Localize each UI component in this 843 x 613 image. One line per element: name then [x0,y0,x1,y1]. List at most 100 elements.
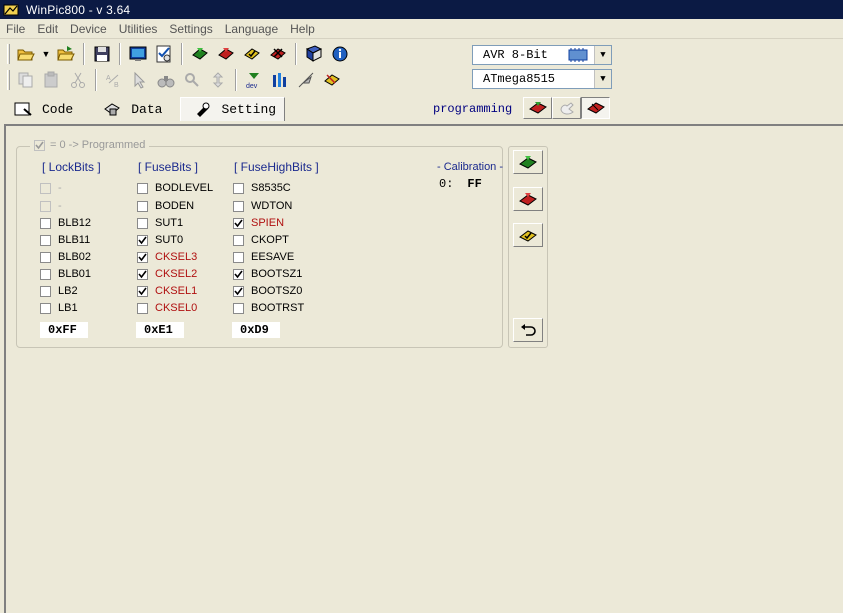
fusehighbits-checkbox[interactable] [233,285,244,297]
legend-text: = 0 -> Programmed [50,139,146,151]
chevron-down-icon[interactable]: ▼ [594,46,611,64]
lockbits-checkbox[interactable] [40,285,51,297]
lockbits-header: [ LockBits ] [42,160,101,174]
tab-setting[interactable]: Setting [180,97,286,121]
find-button[interactable] [155,69,177,91]
program-config-button[interactable] [513,187,543,211]
menu-help[interactable]: Help [284,22,321,36]
program-hand-button[interactable] [552,97,581,119]
fusebits-checkbox[interactable] [137,302,148,314]
program-all-button[interactable] [215,43,237,65]
svg-text:A: A [106,75,111,82]
menu-edit[interactable]: Edit [31,22,64,36]
about-button[interactable] [329,43,351,65]
check-icon [35,141,44,149]
toolbar-area: ▼ A B dev AVR 8-Bit ▼ ATmega8515 ▼ [0,40,843,94]
fusehighbits-checkbox[interactable] [233,234,244,246]
lockbits-label: BLB01 [58,268,92,280]
fusehighbits-checkbox[interactable] [233,182,244,194]
lockbits-row: LB2 [40,284,78,298]
check-icon [234,270,243,278]
copy-button[interactable] [15,69,37,91]
replace-button[interactable] [181,69,203,91]
program-red-button[interactable] [581,97,610,119]
undo-button[interactable] [513,318,543,342]
menu-device[interactable]: Device [64,22,113,36]
fusebits-label: SUT0 [155,234,184,246]
fusehighbits-checkbox[interactable] [233,268,244,280]
hardware-test-button[interactable] [269,69,291,91]
monitor-icon [129,46,147,61]
fusehighbits-row: BOOTSZ0 [233,284,302,298]
lockbits-label: - [58,182,62,194]
open-folder-icon [17,49,35,61]
menu-settings[interactable]: Settings [163,22,218,36]
detect-device-icon: dev [246,73,259,89]
chevron-down-icon[interactable]: ▼ [594,70,611,88]
save-button[interactable] [91,43,113,65]
open-button[interactable] [15,43,37,65]
checklist-icon [156,45,171,63]
calibration-value: 0: FF [439,177,482,191]
toolbar-grip[interactable] [7,44,10,64]
fusehighbits-checkbox[interactable] [233,200,244,212]
winpic-app-icon[interactable] [2,2,20,18]
fusebits-checkbox[interactable] [137,285,148,297]
chip-verify-icon [244,48,260,60]
open-dropdown-button[interactable]: ▼ [41,43,51,65]
fusehighbits-label: BOOTSZ0 [251,285,303,297]
toolbar-grip[interactable] [7,70,10,90]
fusebits-checkbox[interactable] [137,268,148,280]
fusehighbits-checkbox[interactable] [233,217,244,229]
paste-button[interactable] [41,69,63,91]
progress-button[interactable] [295,69,317,91]
swap-button[interactable]: AB [103,69,125,91]
menu-file[interactable]: File [0,22,31,36]
fusehighbits-checkbox[interactable] [233,251,244,263]
fusehighbits-checkbox[interactable] [233,302,244,314]
device-family-select[interactable]: AVR 8-Bit ▼ [472,45,612,65]
help-book-button[interactable] [303,43,325,65]
device-select[interactable]: ATmega8515 ▼ [472,69,612,89]
fusebits-checkbox[interactable] [137,217,148,229]
svg-text:B: B [114,82,119,89]
lockbits-row: BLB12 [40,216,91,230]
reload-button[interactable] [55,43,77,65]
program-chip-button[interactable] [523,97,552,119]
toolbar-row-2: AB dev [4,67,345,93]
fusebits-label: BODEN [155,200,195,212]
fusehighbits-row: WDTON [233,199,292,213]
lockbits-checkbox[interactable] [40,268,51,280]
menu-language[interactable]: Language [219,22,284,36]
fusehighbits-label: BOOTSZ1 [251,268,303,280]
read-config-button[interactable] [513,150,543,174]
erase-button[interactable] [267,43,289,65]
lockbits-checkbox[interactable] [40,234,51,246]
goto-button[interactable] [207,69,229,91]
binoculars-icon [157,76,175,88]
checklist-button[interactable] [153,43,175,65]
tab-code[interactable]: Code [12,97,81,121]
select-button[interactable] [129,69,151,91]
detect-device-button[interactable]: dev [243,69,265,91]
fusebits-row: CKSEL1 [137,284,197,298]
toolbar-separator [181,43,183,65]
lockbits-checkbox[interactable] [40,251,51,263]
fusehighbits-label: S8535C [251,182,291,194]
auto-program-button[interactable] [321,69,343,91]
lockbits-checkbox[interactable] [40,217,51,229]
cut-button[interactable] [67,69,89,91]
menu-utilities[interactable]: Utilities [113,22,164,36]
hardware-settings-button[interactable] [127,43,149,65]
fusebits-row: CKSEL2 [137,267,197,281]
fusebits-checkbox[interactable] [137,200,148,212]
read-all-button[interactable] [189,43,211,65]
fusehighbits-label: SPIEN [251,217,285,229]
lockbits-checkbox[interactable] [40,302,51,314]
fusebits-checkbox[interactable] [137,251,148,263]
fusebits-checkbox[interactable] [137,234,148,246]
tab-data[interactable]: Data [91,97,170,121]
fusebits-checkbox[interactable] [137,182,148,194]
verify-button[interactable] [241,43,263,65]
verify-config-button[interactable] [513,223,543,247]
